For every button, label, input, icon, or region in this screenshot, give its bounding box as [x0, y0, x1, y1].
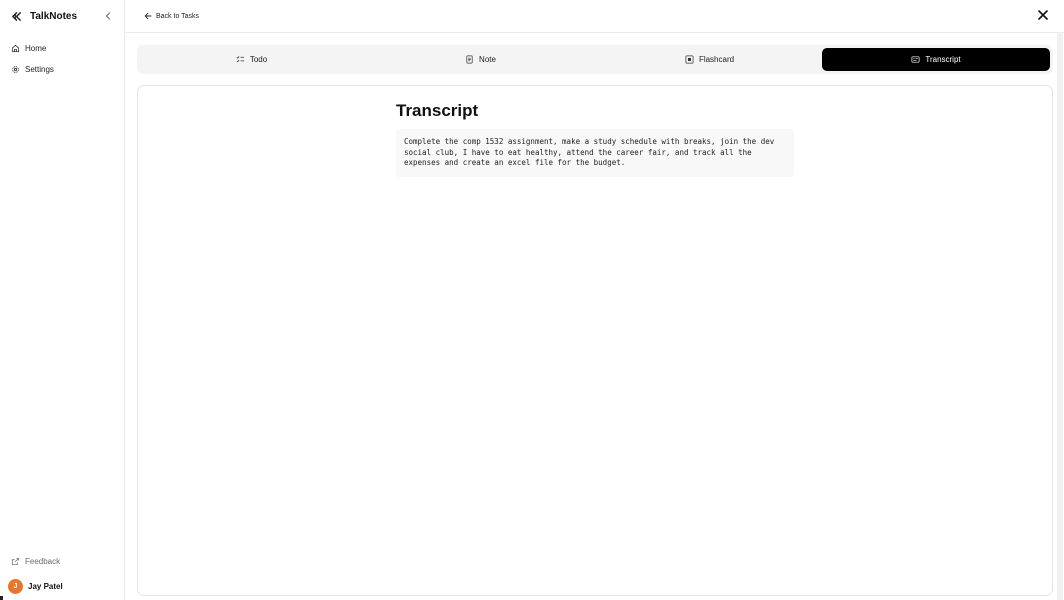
corner-marker — [0, 596, 3, 600]
tab-note[interactable]: Note — [366, 48, 595, 71]
flashcard-icon — [685, 55, 694, 64]
checklist-icon — [236, 55, 245, 64]
tab-todo[interactable]: Todo — [137, 48, 366, 71]
arrow-left-icon — [143, 12, 152, 21]
feedback-label: Feedback — [25, 556, 61, 566]
talknotes-logo-icon — [10, 10, 23, 23]
tab-transcript[interactable]: Transcript — [822, 48, 1050, 71]
tab-label: Note — [479, 55, 496, 64]
user-name: Jay Patel — [28, 582, 63, 591]
page-title: Transcript — [396, 101, 479, 120]
view-tabs: Todo Note Flashcard Transcript — [137, 45, 1053, 74]
tab-label: Transcript — [925, 55, 961, 64]
sidebar-item-label: Settings — [25, 64, 54, 74]
user-profile[interactable]: J Jay Patel — [8, 579, 63, 594]
brand[interactable]: TalkNotes — [10, 9, 116, 23]
feedback-link[interactable]: Feedback — [10, 555, 60, 567]
tab-label: Todo — [249, 55, 268, 64]
app-name: TalkNotes — [30, 10, 78, 22]
app-window: TalkNotes Home Settings Feedback J Jay P… — [0, 0, 1064, 600]
gear-icon — [10, 64, 20, 74]
transcript-text: Complete the comp 1532 assignment, make … — [396, 129, 794, 177]
collapse-sidebar-button[interactable] — [102, 10, 114, 22]
tab-label: Flashcard — [698, 55, 735, 64]
external-link-icon — [10, 556, 20, 566]
sidebar-item-settings[interactable]: Settings — [10, 62, 54, 76]
sidebar: TalkNotes Home Settings Feedback J Jay P… — [0, 0, 125, 600]
main-panel: Back to Tasks Todo Note Flashcard Transc… — [125, 0, 1064, 600]
note-icon — [465, 55, 474, 64]
sidebar-item-label: Home — [25, 43, 47, 53]
back-label: Back to Tasks — [156, 12, 200, 20]
sidebar-item-home[interactable]: Home — [10, 41, 46, 55]
transcript-icon — [911, 55, 920, 64]
avatar: J — [8, 579, 23, 594]
tab-flashcard[interactable]: Flashcard — [595, 48, 824, 71]
chevron-left-icon — [104, 7, 112, 25]
top-bar: Back to Tasks — [125, 0, 1064, 33]
scrollbar[interactable] — [1057, 33, 1063, 600]
back-to-tasks-button[interactable]: Back to Tasks — [143, 11, 199, 21]
close-icon — [1038, 7, 1048, 25]
close-button[interactable] — [1037, 10, 1049, 22]
transcript-panel: Transcript Complete the comp 1532 assign… — [137, 85, 1053, 596]
home-icon — [10, 43, 20, 53]
